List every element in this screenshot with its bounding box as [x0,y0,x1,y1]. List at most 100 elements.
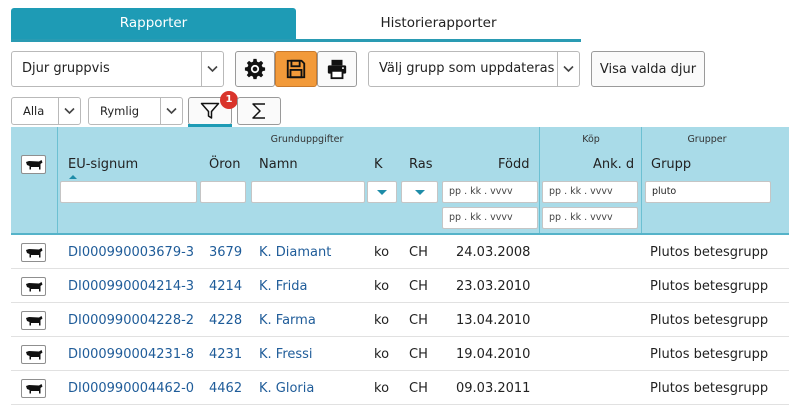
animal-card-button[interactable] [21,345,46,364]
cell-fodd: 19.04.2010 [456,347,531,362]
cell-ras: CH [409,279,428,294]
group-update-select[interactable]: Välj grupp som uppdateras [368,51,580,87]
cell-ras: CH [409,347,428,362]
group-header-basic: Grunduppgifter [270,134,344,145]
scope-select-value: Alla [23,104,45,118]
animal-card-button[interactable] [21,311,46,330]
filter-count-badge: 1 [220,91,238,109]
cell-oron[interactable]: 4214 [209,270,242,303]
cell-namn[interactable]: K. Diamant [259,236,331,269]
column-ras[interactable]: Ras [409,157,433,172]
column-fodd[interactable]: Född [498,157,529,172]
sum-button[interactable] [237,97,281,125]
density-select[interactable]: Rymlig [88,97,183,125]
tab-historierapporter[interactable]: Historierapporter [296,8,581,39]
settings-button[interactable] [235,51,275,87]
table-row[interactable]: DI000990004462-0 4462 K. Gloria ko CH 09.03.2… [11,372,789,405]
cell-ras: CH [409,245,428,260]
scope-select[interactable]: Alla [11,97,81,125]
column-ank[interactable]: Ank. d [593,157,634,172]
cell-k: ko [374,381,390,396]
save-icon [286,59,306,79]
animal-card-button[interactable] [21,379,46,398]
cell-grupp: Plutos betesgrupp [650,347,769,362]
filter-ank-from-input[interactable]: pp . kk . vvvv [542,181,638,203]
column-k[interactable]: K [374,157,383,172]
cell-oron[interactable]: 4231 [209,338,242,371]
cell-ras: CH [409,381,428,396]
cell-eu-signum[interactable]: DI000990004231-8 [68,338,194,371]
animal-card-button[interactable] [21,277,46,296]
table-row[interactable]: DI000990004231-8 4231 K. Fressi ko CH 19.04.2… [11,338,789,371]
report-tabs: Rapporter Historierapporter [11,8,581,42]
cell-k: ko [374,245,390,260]
print-icon [327,59,347,80]
column-divider [539,127,540,233]
cell-namn[interactable]: K. Fressi [259,338,313,371]
cell-ras: CH [409,313,428,328]
cell-namn[interactable]: K. Frida [259,270,308,303]
cell-grupp: Plutos betesgrupp [650,279,769,294]
cell-oron[interactable]: 4462 [209,372,242,405]
tab-rapporter[interactable]: Rapporter [11,8,296,39]
cell-eu-signum[interactable]: DI000990004462-0 [68,372,194,405]
report-select[interactable]: Djur gruppvis [11,51,224,87]
table-row[interactable]: DI000990004228-2 4228 K. Farma ko CH 13.04.20… [11,304,789,337]
density-select-value: Rymlig [100,104,140,118]
animal-card-button[interactable] [21,243,46,262]
cell-oron[interactable]: 3679 [209,236,242,269]
group-header-purchase: Köp [582,134,600,145]
table-row[interactable]: DI000990004214-3 4214 K. Frida ko CH 23.03.20… [11,270,789,303]
cell-fodd: 13.04.2010 [456,313,531,328]
table-header: Grunduppgifter Köp Grupper EU-signum Öro… [11,127,789,235]
column-eu-signum[interactable]: EU-signum [68,157,138,172]
group-header-groups: Grupper [687,134,727,145]
sigma-icon [252,103,265,119]
group-update-select-value: Välj grupp som uppdateras [379,61,555,76]
cell-eu-signum[interactable]: DI000990003679-3 [68,236,194,269]
cell-namn[interactable]: K. Gloria [259,372,314,405]
cell-namn[interactable]: K. Farma [259,304,316,337]
cell-eu-signum[interactable]: DI000990004228-2 [68,304,194,337]
filter-fodd-from-input[interactable]: pp . kk . vvvv [442,181,538,203]
column-namn[interactable]: Namn [259,157,298,172]
sort-caret-icon [69,175,77,179]
filter-fodd-to-input[interactable]: pp . kk . vvvv [442,207,538,229]
cell-grupp: Plutos betesgrupp [650,245,769,260]
filter-namn-input[interactable] [251,181,365,203]
table-row[interactable]: DI000990003679-3 3679 K. Diamant ko CH 24.03.… [11,236,789,269]
chevron-down-icon [160,98,182,124]
column-oron[interactable]: Öron [209,157,240,172]
save-button[interactable] [275,51,317,87]
funnel-icon [200,102,220,119]
filter-oron-input[interactable] [200,181,246,203]
print-button[interactable] [317,51,357,87]
cell-eu-signum[interactable]: DI000990004214-3 [68,270,194,303]
column-divider [641,127,642,233]
cow-icon [25,315,42,325]
cell-oron[interactable]: 4228 [209,304,242,337]
filter-k-dropdown[interactable] [367,181,397,203]
column-divider [57,127,58,233]
cell-fodd: 09.03.2011 [456,381,531,396]
dropdown-caret-icon [377,190,387,195]
gear-icon [244,58,266,80]
chevron-down-icon [557,52,579,86]
filter-ank-to-input[interactable]: pp . kk . vvvv [542,207,638,229]
chevron-down-icon [58,98,80,124]
filter-grupp-input[interactable]: pluto [645,181,771,203]
cell-k: ko [374,313,390,328]
cell-fodd: 24.03.2008 [456,245,531,260]
show-selected-animals-button[interactable]: Visa valda djur [591,51,705,87]
chevron-down-icon [201,52,223,86]
select-all-animals-button[interactable] [21,155,46,174]
filter-ras-dropdown[interactable] [401,181,438,203]
cow-icon [25,349,42,359]
report-select-value: Djur gruppvis [22,61,110,76]
cell-k: ko [374,347,390,362]
filter-eu-input[interactable] [60,181,197,203]
cow-icon [25,383,42,393]
cow-icon [25,159,42,169]
column-grupp[interactable]: Grupp [651,157,691,172]
cell-k: ko [374,279,390,294]
